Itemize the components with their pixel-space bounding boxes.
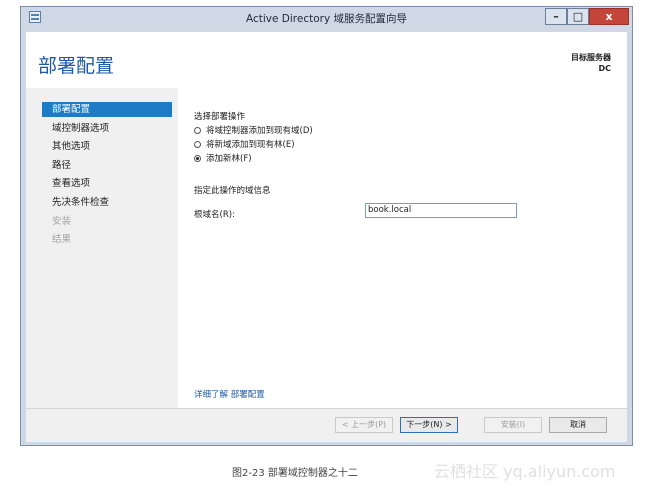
nav-item-installation: 安装 (52, 216, 72, 227)
root-domain-input[interactable]: book.local (365, 203, 517, 218)
previous-button[interactable]: < 上一步(P) (335, 417, 393, 433)
cancel-button[interactable]: 取消 (549, 417, 607, 433)
title-bar: Active Directory 域服务配置向导 – □ x (21, 7, 632, 28)
radio-add-domain-existing-forest[interactable]: 将新域添加到现有林(E) (194, 139, 295, 151)
install-button[interactable]: 安装(I) (484, 417, 542, 433)
radio-add-dc-existing-domain[interactable]: 将域控制器添加到现有域(D) (194, 125, 313, 137)
wizard-window: Active Directory 域服务配置向导 – □ x 部署配置 目标服务… (20, 6, 633, 446)
wizard-footer: < 上一步(P) 下一步(N) > 安装(I) 取消 (26, 408, 627, 442)
nav-item-results: 结果 (52, 234, 72, 245)
radio-button-selected[interactable] (194, 155, 201, 162)
nav-item-deployment-config[interactable]: 部署配置 (42, 102, 172, 117)
learn-more-link[interactable]: 详细了解 部署配置 (194, 388, 265, 400)
radio-label: 将新域添加到现有林(E) (206, 140, 295, 150)
watermark: 云栖社区 yq.aliyun.com (434, 462, 616, 481)
minimize-button[interactable]: – (545, 8, 567, 25)
root-domain-label: 根域名(R): (194, 210, 235, 220)
wizard-content: 选择部署操作 将域控制器添加到现有域(D) 将新域添加到现有林(E) 添加新林(… (178, 88, 627, 408)
nav-item-prerequisites-check[interactable]: 先决条件检查 (42, 195, 172, 210)
wizard-header: 部署配置 目标服务器 DC (26, 32, 627, 88)
wizard-client: 部署配置 目标服务器 DC 部署配置 域控制器选项 其他选项 路径 查看选项 先… (26, 32, 627, 442)
target-server-label: 目标服务器 (571, 53, 611, 62)
operation-section-title: 选择部署操作 (194, 112, 246, 122)
nav-item-additional-options[interactable]: 其他选项 (42, 139, 172, 154)
window-title: Active Directory 域服务配置向导 (245, 13, 408, 25)
target-server-value: DC (598, 64, 611, 73)
next-button[interactable]: 下一步(N) > (400, 417, 458, 433)
radio-button[interactable] (194, 127, 201, 134)
page-title: 部署配置 (38, 55, 115, 77)
maximize-button[interactable]: □ (567, 8, 589, 25)
radio-label: 将域控制器添加到现有域(D) (206, 126, 313, 136)
figure-caption: 图2-23 部署域控制器之十二 (232, 468, 358, 479)
radio-button[interactable] (194, 141, 201, 148)
close-button[interactable]: x (589, 8, 629, 25)
radio-add-new-forest[interactable]: 添加新林(F) (194, 153, 252, 165)
domain-info-section-title: 指定此操作的域信息 (194, 186, 271, 196)
nav-item-paths[interactable]: 路径 (42, 158, 172, 173)
wizard-nav: 部署配置 域控制器选项 其他选项 路径 查看选项 先决条件检查 安装 结果 (26, 88, 178, 408)
nav-item-dc-options[interactable]: 域控制器选项 (42, 121, 172, 136)
nav-item-review-options[interactable]: 查看选项 (42, 176, 172, 191)
radio-label: 添加新林(F) (206, 154, 252, 164)
